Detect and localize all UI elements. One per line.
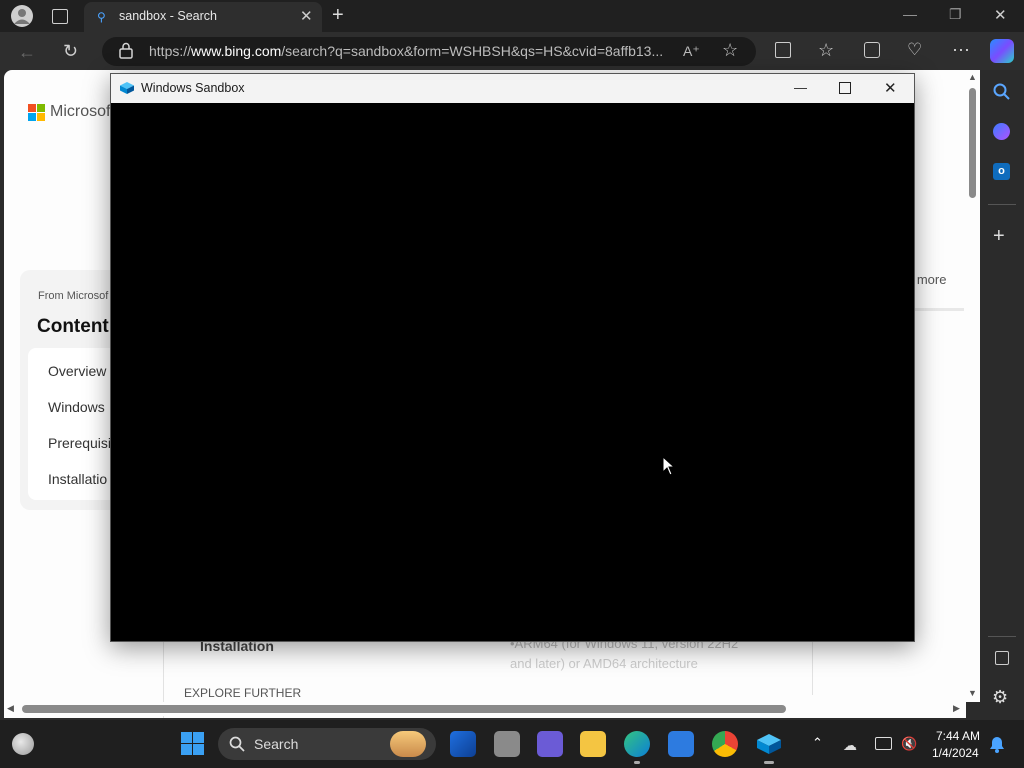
sandbox-display-area[interactable] (111, 103, 914, 641)
close-browser-button[interactable]: ✕ (994, 6, 1007, 24)
contents-heading: Content (37, 316, 109, 337)
chrome-icon[interactable] (712, 731, 738, 757)
weather-icon[interactable] (12, 733, 34, 755)
lock-icon[interactable] (119, 42, 133, 64)
sidebar-divider (988, 204, 1016, 205)
horizontal-scroll-thumb[interactable] (22, 705, 786, 713)
content-panel-border-right (812, 640, 813, 695)
file-explorer-icon[interactable] (580, 731, 606, 757)
sidebar-search-icon[interactable] (993, 83, 1011, 106)
sandbox-close-button[interactable]: ✕ (884, 79, 897, 97)
onedrive-offline-icon[interactable]: ☁ (843, 737, 857, 754)
search-icon: ⚲ (97, 10, 106, 24)
volume-muted-icon[interactable]: 🔇 (901, 736, 917, 752)
refresh-icon[interactable]: ↻ (63, 41, 78, 62)
teams-meet-icon[interactable] (537, 731, 563, 757)
scroll-left-arrow-icon[interactable]: ◀ (7, 703, 14, 714)
sidebar-divider-bottom (988, 636, 1016, 637)
edge-browser-icon[interactable] (624, 731, 650, 757)
task-view-icon[interactable] (494, 731, 520, 757)
microsoft-brand-text: Microsoft (50, 103, 115, 120)
toc-item-installation[interactable]: Installatio (48, 471, 107, 487)
address-bar[interactable]: https://www.bing.com/search?q=sandbox&fo… (102, 37, 756, 66)
favorites-icon[interactable]: ☆ (818, 40, 834, 61)
split-screen-icon[interactable] (775, 42, 791, 58)
read-aloud-icon[interactable]: A⁺ (683, 43, 700, 60)
sandbox-taskbar-icon[interactable] (756, 733, 782, 760)
requirement-text-line2: and later) or AMD64 architecture (510, 656, 698, 671)
favorite-star-icon[interactable]: ☆ (722, 40, 738, 61)
microsoft-logo-icon (28, 104, 45, 121)
scroll-right-arrow-icon[interactable]: ▶ (953, 703, 960, 714)
taskbar-search-box[interactable]: Search (218, 728, 436, 760)
sandbox-running-indicator (764, 761, 774, 764)
new-tab-button[interactable]: + (332, 4, 344, 27)
clock-date[interactable]: 1/4/2024 (932, 746, 979, 760)
more-options-icon[interactable]: ⋯ (952, 40, 970, 61)
minimize-browser-button[interactable]: — (903, 6, 917, 22)
from-label: From Microsof (38, 290, 109, 302)
clock-time[interactable]: 7:44 AM (936, 729, 980, 743)
tab-sandbox-search[interactable]: ⚲ sandbox - Search ✕ (84, 2, 322, 32)
copilot-icon[interactable] (990, 39, 1014, 63)
network-icon[interactable] (875, 737, 892, 750)
profile-icon[interactable] (11, 5, 33, 27)
toc-item-prerequisites[interactable]: Prerequisi (48, 435, 111, 451)
sidebar-outlook-icon[interactable]: o (993, 163, 1010, 180)
sandbox-maximize-button[interactable] (839, 82, 851, 94)
browser-essentials-icon[interactable]: ♡ (907, 40, 922, 60)
explore-further-label: EXPLORE FURTHER (184, 686, 302, 700)
show-hidden-icons-chevron-icon[interactable]: ⌃ (812, 735, 823, 751)
collections-icon[interactable] (864, 42, 880, 58)
sidebar-add-icon[interactable]: + (993, 225, 1005, 248)
edge-running-indicator (634, 761, 640, 764)
sandbox-minimize-button[interactable]: — (794, 80, 807, 95)
start-button-windows-icon[interactable] (181, 732, 204, 755)
scroll-up-arrow-icon[interactable]: ▲ (968, 72, 977, 82)
mouse-cursor-icon (662, 455, 676, 481)
sidebar-settings-icon[interactable]: ⚙ (992, 687, 1008, 708)
scroll-down-arrow-icon[interactable]: ▼ (968, 688, 977, 698)
sandbox-titlebar[interactable]: Windows Sandbox — ✕ (111, 74, 914, 103)
taskbar-search-icon (229, 736, 245, 757)
close-tab-icon[interactable]: ✕ (300, 7, 313, 25)
sandbox-app-icon (119, 81, 135, 100)
toc-item-windows[interactable]: Windows (48, 399, 105, 415)
sandbox-window-title: Windows Sandbox (141, 81, 245, 95)
edge-preview-app-icon[interactable] (450, 731, 476, 757)
hide-sidebar-icon[interactable] (995, 651, 1009, 665)
microsoft-store-icon[interactable] (668, 731, 694, 757)
notification-bell-icon[interactable] (989, 736, 1005, 758)
back-icon[interactable]: ← (18, 42, 36, 63)
sidebar-copilot-icon[interactable] (993, 123, 1010, 140)
url-text: https://www.bing.com/search?q=sandbox&fo… (149, 43, 664, 59)
restore-browser-button[interactable]: ❐ (949, 6, 962, 23)
toc-item-overview[interactable]: Overview (48, 363, 106, 379)
tab-title: sandbox - Search (119, 9, 217, 23)
windows-sandbox-window[interactable]: Windows Sandbox — ✕ (110, 73, 915, 642)
vertical-scroll-thumb[interactable] (969, 88, 976, 198)
search-highlight-icon (390, 731, 426, 757)
taskbar-search-label: Search (254, 736, 299, 752)
tab-actions-icon[interactable] (52, 9, 68, 24)
